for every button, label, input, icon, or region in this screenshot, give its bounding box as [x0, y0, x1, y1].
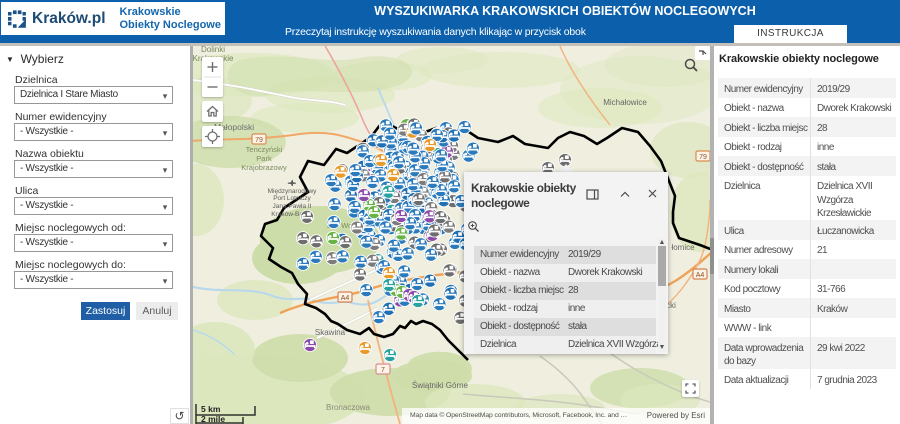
svg-text:A4: A4	[341, 295, 350, 302]
svg-text:Świątniki Górne: Świątniki Górne	[412, 381, 469, 390]
svg-text:Krajobrazowy: Krajobrazowy	[241, 163, 287, 172]
svg-text:Michałowice: Michałowice	[603, 98, 647, 107]
svg-text:5 km: 5 km	[201, 404, 221, 414]
svg-text:łomice: łomice	[671, 243, 695, 252]
svg-text:Port Lotniczy: Port Lotniczy	[273, 195, 311, 202]
svg-text:Dolinki: Dolinki	[201, 45, 225, 54]
svg-text:Skawina: Skawina	[315, 328, 346, 337]
svg-text:79: 79	[699, 154, 707, 161]
svg-text:Park: Park	[256, 154, 272, 163]
svg-text:Międzynarodowy: Międzynarodowy	[268, 188, 318, 195]
svg-text:Tenczyński: Tenczyński	[246, 145, 283, 154]
svg-text:7: 7	[381, 367, 385, 374]
svg-text:2 mile: 2 mile	[201, 414, 225, 424]
svg-text:79: 79	[255, 137, 263, 144]
svg-text:Jana Pawła II: Jana Pawła II	[272, 203, 311, 210]
svg-text:A4: A4	[696, 272, 705, 279]
svg-text:Bronaczowa: Bronaczowa	[326, 403, 371, 412]
